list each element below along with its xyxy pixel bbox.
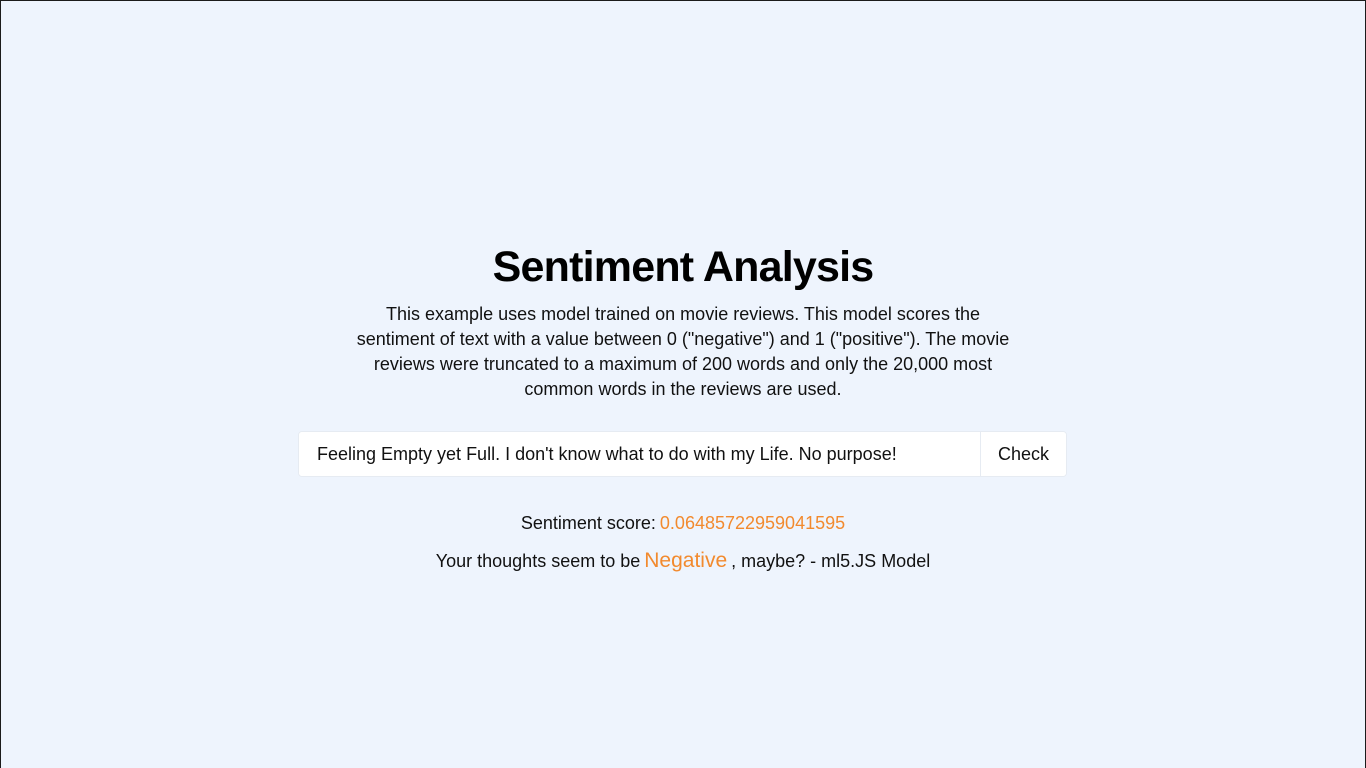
thoughts-prefix: Your thoughts seem to be	[435, 551, 641, 571]
page-title: Sentiment Analysis	[492, 242, 874, 291]
sentiment-page: Sentiment Analysis This example uses mod…	[0, 0, 1366, 768]
sentiment-score-value: 0.06485722959041595	[659, 513, 846, 533]
page-description: This example uses model trained on movie…	[356, 304, 1010, 399]
sentiment-label: Negative	[644, 549, 728, 572]
check-button[interactable]: Check	[980, 432, 1066, 476]
sentiment-text-input[interactable]	[299, 432, 980, 476]
sentiment-score-line: Sentiment score: 0.06485722959041595	[0, 511, 1366, 536]
thoughts-suffix: , maybe? - ml5.JS Model	[731, 551, 931, 571]
sentiment-score-label: Sentiment score:	[520, 513, 656, 533]
sentiment-form: Check	[298, 431, 1067, 477]
sentiment-result-line: Your thoughts seem to be Negative, maybe?…	[0, 547, 1366, 575]
